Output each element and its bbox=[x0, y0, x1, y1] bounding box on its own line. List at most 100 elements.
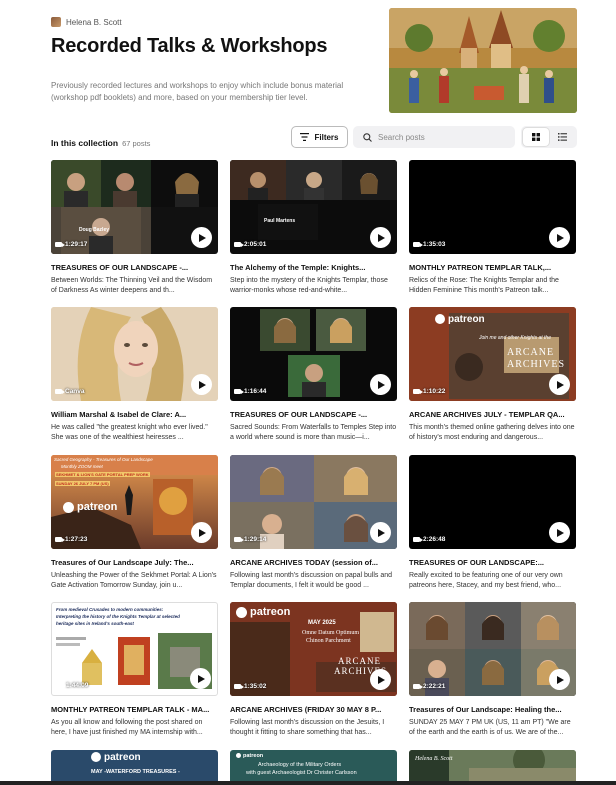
post-card[interactable]: Doug Bazley 1:29:17 TREASURES OF OUR LAN… bbox=[51, 160, 218, 296]
post-excerpt: Step into the mystery of the Knights Tem… bbox=[230, 277, 388, 294]
play-button[interactable] bbox=[549, 374, 570, 395]
poster-line: with guest Archaeologist Dr Christer Car… bbox=[246, 770, 357, 776]
video-tile bbox=[409, 602, 465, 649]
post-card[interactable]: Sacred Geography - Treasures of Our Land… bbox=[51, 455, 218, 591]
play-button[interactable] bbox=[549, 522, 570, 543]
patreon-logo-mark bbox=[91, 752, 101, 763]
post-title[interactable]: TREASURES OF OUR LANDSCAPE:... bbox=[409, 558, 576, 567]
post-title[interactable]: TREASURES OF OUR LANDSCAPE -... bbox=[51, 263, 218, 272]
post-thumbnail[interactable]: 1:16:44 bbox=[230, 307, 397, 401]
creator-byline[interactable]: Helena B. Scott bbox=[51, 17, 122, 27]
post-title[interactable]: ARCANE ARCHIVES TODAY (session of... bbox=[230, 558, 397, 567]
post-excerpt: He was called "the greatest knight who e… bbox=[51, 424, 208, 441]
post-card[interactable]: 1:35:03 MONTHLY PATREON TEMPLAR TALK,...… bbox=[409, 160, 576, 296]
video-tile bbox=[230, 455, 314, 502]
duration-badge: 1:44:09 bbox=[56, 682, 88, 689]
poster-line: Omne Datum Optimum bbox=[302, 630, 359, 636]
filters-button[interactable]: Filters bbox=[291, 126, 348, 148]
post-thumbnail[interactable]: Helena B. Scott bbox=[409, 750, 576, 781]
post-card[interactable]: From medieval Crusades to modern communi… bbox=[51, 602, 218, 738]
list-icon bbox=[557, 133, 567, 141]
patreon-logo: patreon bbox=[236, 753, 263, 759]
post-thumbnail[interactable]: 2:26:48 bbox=[409, 455, 576, 549]
post-excerpt: Really excited to be featuring one of ou… bbox=[409, 572, 563, 589]
play-button[interactable] bbox=[191, 227, 212, 248]
video-tile bbox=[230, 160, 286, 200]
play-button[interactable] bbox=[370, 669, 391, 690]
post-title[interactable]: Treasures of Our Landscape July: The... bbox=[51, 558, 218, 567]
video-icon bbox=[413, 684, 423, 689]
post-card[interactable]: Paul Martens 2:05:01 The Alchemy of the … bbox=[230, 160, 397, 296]
post-title[interactable]: Treasures of Our Landscape: Healing the.… bbox=[409, 705, 576, 714]
post-thumbnail[interactable]: patreon Archaeology of the Military Orde… bbox=[230, 750, 397, 781]
list-view-button[interactable] bbox=[549, 128, 575, 146]
creator-name: Helena B. Scott bbox=[66, 17, 122, 27]
search-bar[interactable] bbox=[353, 126, 515, 148]
duration-text: 2:22:21 bbox=[423, 683, 446, 690]
post-title[interactable]: MONTHLY PATREON TEMPLAR TALK - MA... bbox=[51, 705, 218, 714]
post-title[interactable]: ARCANE ARCHIVES JULY - TEMPLAR QA... bbox=[409, 410, 576, 419]
post-card[interactable]: patreon MAY 2025 Omne Datum Optimum Chin… bbox=[230, 602, 397, 738]
patreon-wordmark: patreon bbox=[448, 314, 485, 325]
post-thumbnail[interactable]: patreon Join me and other Knights at the… bbox=[409, 307, 576, 401]
poster-line: MAY 2025 bbox=[308, 620, 336, 626]
play-button[interactable] bbox=[370, 227, 391, 248]
video-tile bbox=[316, 309, 366, 351]
post-card[interactable]: 2:22:21 Treasures of Our Landscape: Heal… bbox=[409, 602, 576, 738]
post-card[interactable]: 2:26:48 TREASURES OF OUR LANDSCAPE:... R… bbox=[409, 455, 576, 591]
play-button[interactable] bbox=[549, 227, 570, 248]
video-tile bbox=[465, 602, 521, 649]
play-button[interactable] bbox=[370, 374, 391, 395]
creator-avatar bbox=[51, 17, 61, 27]
post-thumbnail[interactable]: Canva bbox=[51, 307, 218, 401]
post-card[interactable]: 1:16:44 TREASURES OF OUR LANDSCAPE -... … bbox=[230, 307, 397, 443]
post-thumbnail[interactable]: Doug Bazley 1:29:17 bbox=[51, 160, 218, 254]
post-title[interactable]: The Alchemy of the Temple: Knights... bbox=[230, 263, 397, 272]
duration-text: Canva bbox=[65, 388, 85, 395]
collection-cover-image bbox=[389, 8, 577, 113]
play-button[interactable] bbox=[549, 669, 570, 690]
post-thumbnail[interactable]: patreon MAY 2025 Omne Datum Optimum Chin… bbox=[230, 602, 397, 696]
post-thumbnail[interactable]: 1:35:03 bbox=[409, 160, 576, 254]
play-button[interactable] bbox=[191, 522, 212, 543]
duration-text: 1:35:03 bbox=[423, 241, 446, 248]
grid-view-button[interactable] bbox=[523, 128, 549, 146]
video-icon bbox=[413, 389, 423, 394]
poster-line: Chinon Parchment bbox=[306, 638, 351, 644]
play-button[interactable] bbox=[370, 522, 391, 543]
post-thumbnail[interactable]: Paul Martens 2:05:01 bbox=[230, 160, 397, 254]
poster-line: SEKHMET & LION'S GATE PORTAL PREP WORK bbox=[55, 472, 150, 477]
post-title[interactable]: ARCANE ARCHIVES (FRIDAY 30 MAY 8 P... bbox=[230, 705, 397, 714]
post-thumbnail[interactable]: From medieval Crusades to modern communi… bbox=[51, 602, 218, 696]
post-excerpt: Unleashing the Power of the Sekhmet Port… bbox=[51, 572, 217, 589]
post-card[interactable]: patreon Join me and other Knights at the… bbox=[409, 307, 576, 443]
post-card[interactable]: Canva William Marshal & Isabel de Clare:… bbox=[51, 307, 218, 443]
duration-text: 1:35:02 bbox=[244, 683, 267, 690]
post-card[interactable]: patreon MAY -WATERFORD TREASURES - bbox=[51, 750, 218, 781]
post-card[interactable]: Helena B. Scott bbox=[409, 750, 576, 781]
post-title[interactable]: TREASURES OF OUR LANDSCAPE -... bbox=[230, 410, 397, 419]
search-input[interactable] bbox=[378, 132, 508, 142]
patreon-wordmark: patreon bbox=[77, 501, 118, 513]
poster-line: Archaeology of the Military Orders bbox=[258, 762, 342, 768]
post-thumbnail[interactable]: patreon MAY -WATERFORD TREASURES - bbox=[51, 750, 218, 781]
signature-text: Helena B. Scott bbox=[415, 756, 453, 762]
play-button[interactable] bbox=[190, 668, 211, 689]
play-button[interactable] bbox=[191, 374, 212, 395]
post-thumbnail[interactable]: 1:29:14 bbox=[230, 455, 397, 549]
post-card[interactable]: patreon Archaeology of the Military Orde… bbox=[230, 750, 397, 781]
poster-line: MAY -WATERFORD TREASURES - bbox=[91, 769, 180, 775]
duration-text: 1:29:17 bbox=[65, 241, 88, 248]
post-card[interactable]: 1:29:14 ARCANE ARCHIVES TODAY (session o… bbox=[230, 455, 397, 591]
poster-line: ARCANE bbox=[338, 656, 382, 666]
post-thumbnail[interactable]: Sacred Geography - Treasures of Our Land… bbox=[51, 455, 218, 549]
post-thumbnail[interactable]: 2:22:21 bbox=[409, 602, 576, 696]
patreon-logo: patreon bbox=[91, 752, 141, 763]
patreon-logo: patreon bbox=[435, 314, 485, 325]
video-tile bbox=[465, 649, 521, 696]
video-tile bbox=[101, 160, 151, 207]
duration-badge: 1:27:23 bbox=[55, 536, 87, 543]
post-title[interactable]: William Marshal & Isabel de Clare: A... bbox=[51, 410, 218, 419]
post-title[interactable]: MONTHLY PATREON TEMPLAR TALK,... bbox=[409, 263, 576, 272]
post-excerpt: Sacred Sounds: From Waterfalls to Temple… bbox=[230, 424, 397, 441]
